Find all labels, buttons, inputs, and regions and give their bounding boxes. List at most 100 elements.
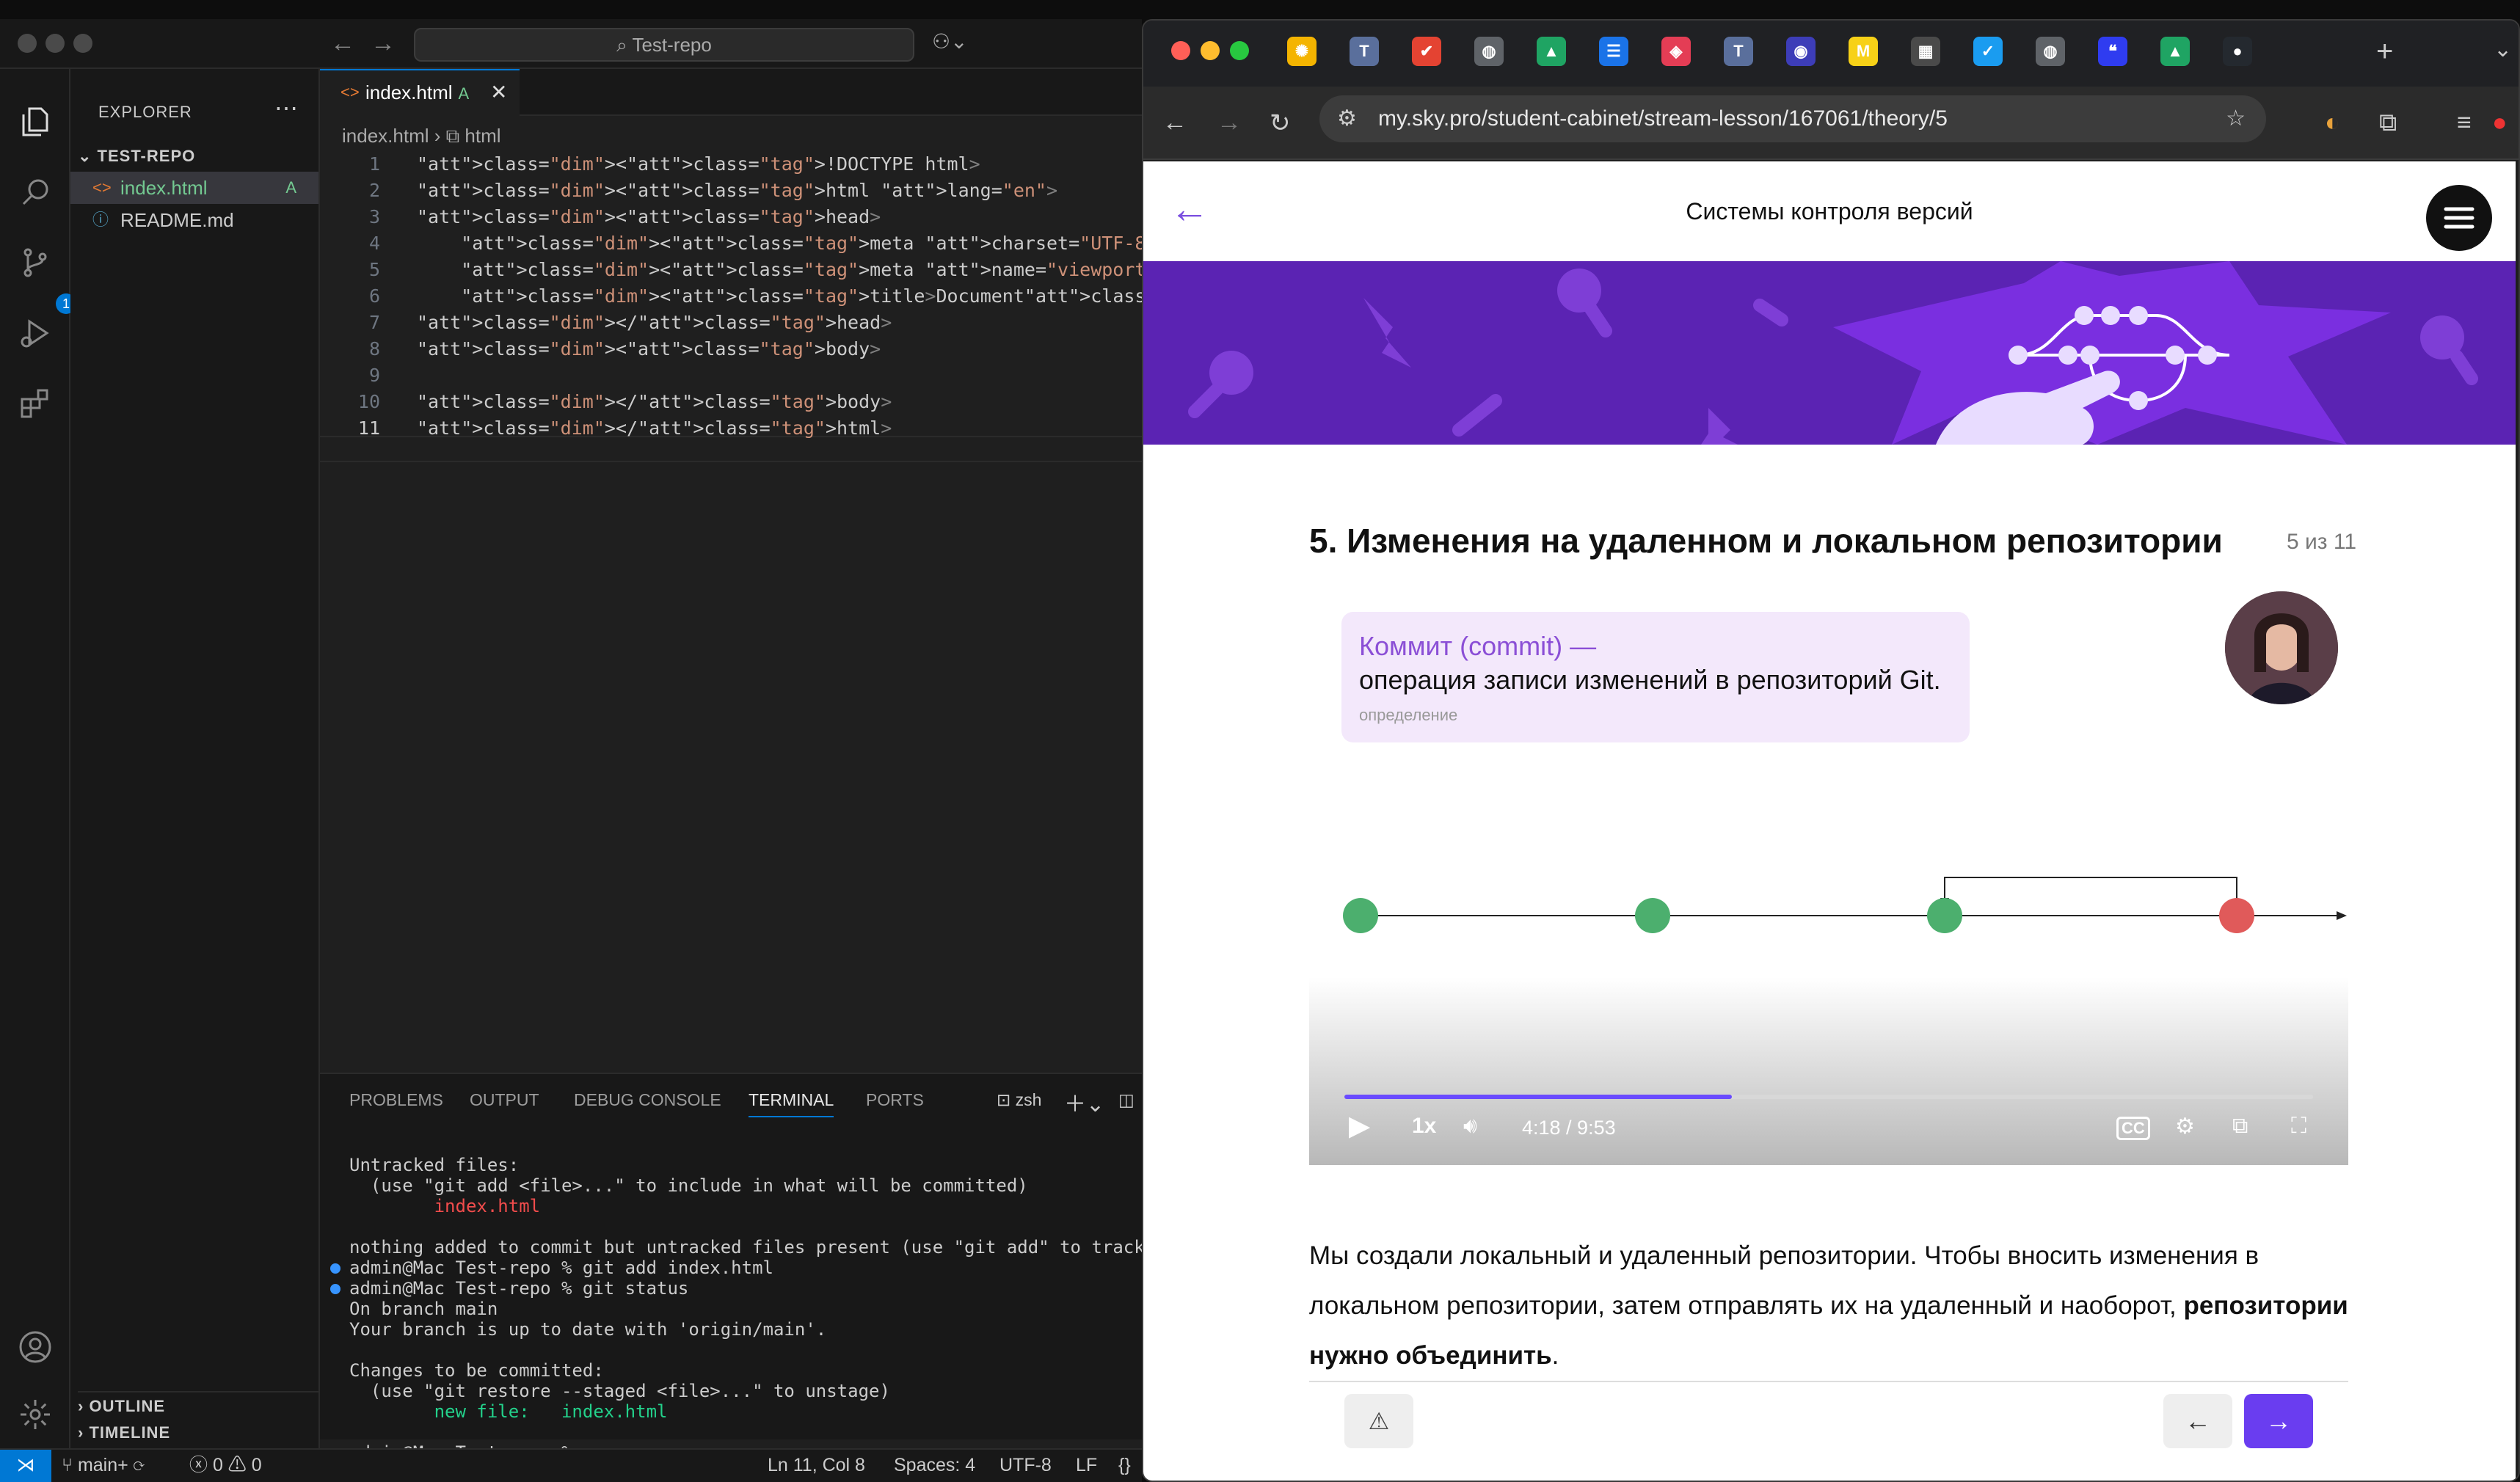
zoom-window-button[interactable] (73, 34, 92, 53)
tab-output[interactable]: OUTPUT (470, 1090, 539, 1110)
search-icon[interactable] (18, 175, 53, 210)
explorer-icon[interactable] (18, 104, 53, 139)
site-header: ← Системы контроля версий (1143, 161, 2516, 261)
extension-color-icon[interactable]: ◐ (2325, 109, 2340, 137)
profile-avatar-icon[interactable]: ● (2492, 109, 2508, 137)
split-terminal-icon[interactable]: ◫ (1118, 1090, 1135, 1110)
warning-icon: ⚠ (222, 1455, 252, 1475)
more-actions-icon[interactable]: ⋯ (274, 94, 298, 122)
run-debug-icon[interactable] (18, 315, 53, 351)
indentation[interactable]: Spaces: 4 (894, 1450, 975, 1481)
drive-tab-icon[interactable]: ▲ (1537, 37, 1566, 66)
menu-button[interactable] (2426, 185, 2492, 251)
tab-terminal[interactable]: TERMINAL (749, 1090, 834, 1117)
explorer-title: EXPLORER (98, 103, 192, 121)
settings-gear-icon[interactable] (18, 1397, 53, 1432)
new-tab-icon[interactable]: + (2376, 35, 2393, 68)
code-line: "att">class="dim"><"att">class="tag">htm… (417, 180, 1058, 201)
html-file-icon: <> (341, 83, 360, 101)
problems-indicator[interactable]: ⓧ 0 ⚠ 0 (189, 1450, 262, 1481)
video-progress-track[interactable] (1344, 1095, 2313, 1099)
tab-ports[interactable]: PORTS (866, 1090, 924, 1110)
bookmark-star-icon[interactable]: ☆ (2226, 95, 2246, 142)
speed-button[interactable]: 1x (1412, 1114, 1436, 1139)
close-window-button[interactable] (1171, 41, 1190, 60)
checkmark-tab-icon[interactable]: ✓ (1973, 37, 2003, 66)
forward-arrow-icon[interactable]: → (1217, 109, 1242, 137)
tab-search-chevron-icon[interactable]: ⌄ (2494, 37, 2512, 62)
previous-step-button[interactable]: ← (2163, 1394, 2232, 1448)
tab-problems[interactable]: PROBLEMS (349, 1090, 443, 1110)
next-step-button[interactable]: → (2244, 1394, 2313, 1448)
miro-tab-icon[interactable]: M (1849, 37, 1878, 66)
search-label: Test-repo (632, 34, 712, 56)
minimize-window-button[interactable] (1201, 41, 1220, 60)
close-icon[interactable]: ✕ (490, 70, 507, 114)
timeline-section[interactable]: › TIMELINE (78, 1423, 170, 1442)
settings-gear-icon[interactable]: ⚙ (2175, 1114, 2195, 1139)
code-line: "att">class="dim"></"att">class="tag">he… (417, 312, 892, 333)
t-tab-icon[interactable]: T (1350, 37, 1379, 66)
folder-header[interactable]: ⌄ TEST-REPO (78, 147, 195, 166)
drive2-tab-icon[interactable]: ▲ (2160, 37, 2190, 66)
shield-tab-icon[interactable]: ◈ (1661, 37, 1691, 66)
back-arrow-icon[interactable]: ← (330, 29, 355, 58)
check-tab-icon[interactable]: ✔ (1412, 37, 1441, 66)
account-icon[interactable] (18, 1329, 53, 1365)
breadcrumb-symbol[interactable]: html (465, 125, 500, 147)
end-of-line[interactable]: LF (1076, 1450, 1097, 1481)
reload-icon[interactable]: ↻ (1270, 109, 1291, 138)
arrow-left-icon: ← (2185, 1406, 2211, 1436)
close-window-button[interactable] (18, 34, 37, 53)
vscode-titlebar: ← → ⌕ Test-repo ⚇⌄ (0, 19, 1142, 69)
volume-icon[interactable]: 🔊︎ (1463, 1114, 1477, 1139)
activity-bar: 1 (0, 69, 76, 1448)
git-status: A (285, 178, 296, 197)
branch-indicator[interactable]: ⑂ main+ ⟳ (62, 1450, 145, 1481)
file-item-readme[interactable]: ⓘ README.md (70, 204, 318, 236)
line-number: 9 (368, 365, 380, 386)
report-issue-button[interactable]: ⚠ (1344, 1394, 1413, 1448)
captions-icon[interactable]: CC (2116, 1117, 2150, 1140)
minimize-window-button[interactable] (45, 34, 65, 53)
new-terminal-icon[interactable]: ＋⌄ (1064, 1086, 1104, 1118)
quote-tab-icon[interactable]: ❝ (2098, 37, 2127, 66)
commit-node (1343, 898, 1378, 933)
source-control-icon[interactable]: 1 (18, 245, 76, 314)
forward-arrow-icon[interactable]: → (371, 29, 396, 58)
github-tab-icon[interactable]: ● (2223, 37, 2252, 66)
chevron-right-icon: › ⧉ (434, 125, 465, 147)
globe-tab-icon[interactable]: ◍ (1474, 37, 1504, 66)
play-icon[interactable]: ▶ (1349, 1109, 1370, 1142)
zoom-window-button[interactable] (1230, 41, 1249, 60)
picture-in-picture-icon[interactable]: ⧉ (2232, 1114, 2248, 1139)
address-bar[interactable]: ⚙ my.sky.pro/student-cabinet/stream-less… (1319, 95, 2266, 142)
pinwheel-tab-icon[interactable]: ✺ (1287, 37, 1317, 66)
grid-tab-icon[interactable]: ▦ (1911, 37, 1940, 66)
cursor-position[interactable]: Ln 11, Col 8 (768, 1450, 865, 1481)
extensions-puzzle-icon[interactable]: ⧉ (2379, 109, 2397, 137)
terminal-output[interactable]: Untracked files: (use "git add <file>...… (330, 1155, 1155, 1463)
site-settings-icon[interactable]: ⚙ (1337, 95, 1357, 142)
tab-debug-console[interactable]: DEBUG CONSOLE (574, 1090, 721, 1110)
back-arrow-icon[interactable]: ← (1162, 109, 1187, 137)
video-player[interactable]: Коммит (commit) — операция записи измене… (1309, 590, 2348, 1165)
command-center-search[interactable]: ⌕ Test-repo (414, 28, 914, 62)
tab-index-html[interactable]: <> index.html A ✕ (320, 69, 520, 116)
breadcrumb-file[interactable]: index.html (342, 125, 429, 147)
app-tab-icon[interactable]: ◉ (1786, 37, 1816, 66)
terminal-shell-selector[interactable]: ⊡ zsh (997, 1090, 1041, 1110)
remote-icon[interactable]: ⋊ (0, 1450, 51, 1482)
file-item-index-html[interactable]: <> index.html A (70, 172, 318, 204)
html-file-icon: <> (92, 178, 112, 197)
encoding[interactable]: UTF-8 (999, 1450, 1052, 1481)
extensions-icon[interactable] (18, 386, 53, 421)
outline-section[interactable]: › OUTLINE (78, 1391, 320, 1416)
media-controls-icon[interactable]: ≡ (2457, 109, 2472, 137)
list-tab-icon[interactable]: ☰ (1599, 37, 1628, 66)
fullscreen-icon[interactable]: ⛶ (2291, 1114, 2306, 1139)
globe2-tab-icon[interactable]: ◍ (2036, 37, 2065, 66)
t2-tab-icon[interactable]: T (1724, 37, 1753, 66)
copilot-icon[interactable]: ⚇⌄ (932, 29, 968, 54)
language-mode[interactable]: {} (1118, 1450, 1131, 1481)
